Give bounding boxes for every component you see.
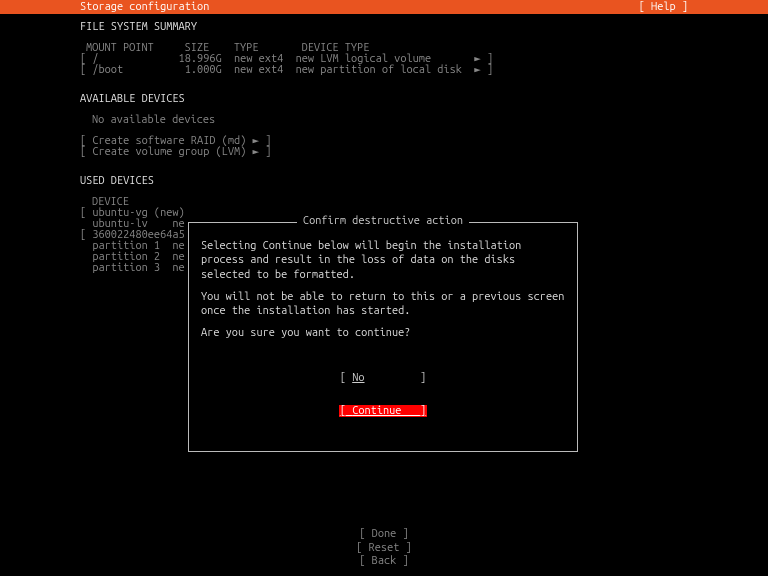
confirm-dialog: Confirm destructive action Selecting Con… — [188, 222, 578, 452]
no-button[interactable]: [ No ] — [201, 373, 565, 384]
create-lvm-button[interactable]: [ Create volume group (LVM) ► ] — [80, 147, 688, 158]
help-button[interactable]: [ Help ] — [639, 2, 688, 13]
back-button[interactable]: [ Back ] — [0, 555, 768, 568]
available-heading: AVAILABLE DEVICES — [80, 94, 688, 105]
fs-row[interactable]: [ /boot 1.000G new ext4 new partition of… — [80, 65, 688, 76]
continue-button[interactable]: [ Continue ] — [201, 406, 565, 417]
fs-summary-heading: FILE SYSTEM SUMMARY — [80, 22, 688, 33]
dialog-text-3: Are you sure you want to continue? — [201, 326, 565, 340]
screen-title: Storage configuration — [80, 2, 209, 13]
dialog-text-2: You will not be able to return to this o… — [201, 290, 565, 319]
no-available-devices: No available devices — [80, 115, 688, 126]
dialog-text-1: Selecting Continue below will begin the … — [201, 239, 565, 282]
done-button[interactable]: [ Done ] — [0, 528, 768, 541]
title-bar: Storage configuration [ Help ] — [0, 0, 768, 14]
reset-button[interactable]: [ Reset ] — [0, 542, 768, 555]
used-heading: USED DEVICES — [80, 176, 688, 187]
dialog-title: Confirm destructive action — [297, 215, 469, 227]
footer-buttons: [ Done ] [ Reset ] [ Back ] — [0, 528, 768, 568]
